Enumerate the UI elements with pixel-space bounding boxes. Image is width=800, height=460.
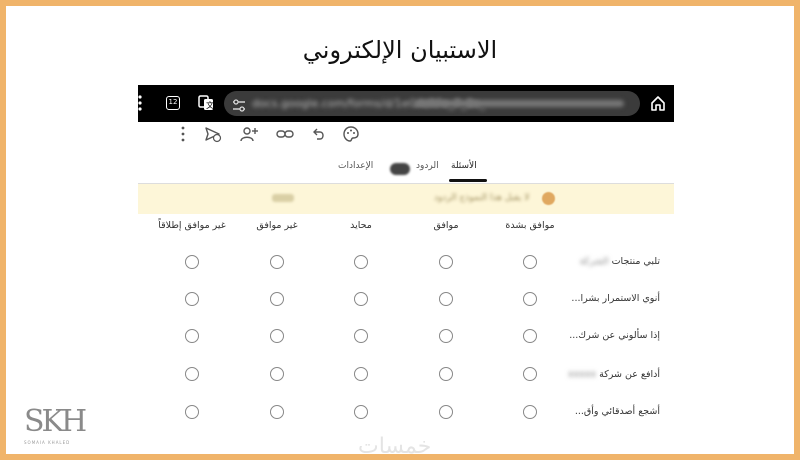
column-strongly-disagree: غير موافق إطلاقاً <box>158 220 226 231</box>
grid-row-label: إذا سألوني عن شرك... <box>569 330 660 341</box>
info-icon <box>542 192 555 205</box>
slide-frame: الاستبيان الإلكتروني 12 文 docs.google.co… <box>0 0 800 460</box>
column-strongly-agree: موافق بشدة <box>505 220 555 231</box>
response-count-badge <box>390 163 410 175</box>
palette-icon[interactable] <box>342 125 360 143</box>
radio-button[interactable] <box>185 367 199 381</box>
slide-title: الاستبيان الإلكتروني <box>302 36 498 64</box>
browser-bar: 12 文 docs.google.com/forms/d/1eGAtRFe_P_… <box>138 85 674 122</box>
grid-row-label: أدافع عن شركة xxxxx <box>567 369 660 380</box>
radio-button[interactable] <box>185 329 199 343</box>
grid-row-label: أنوي الاستمرار بشرا... <box>571 293 660 304</box>
vertical-dots-icon[interactable] <box>138 95 142 111</box>
column-neutral: محايد <box>350 220 372 231</box>
address-bar[interactable]: docs.google.com/forms/d/1eGAtRFe_P_Bs_ <box>224 91 640 116</box>
add-collaborator-icon[interactable] <box>240 125 258 143</box>
radio-button[interactable] <box>439 255 453 269</box>
form-toolbar <box>174 125 374 145</box>
radio-button[interactable] <box>270 405 284 419</box>
radio-button[interactable] <box>185 255 199 269</box>
watermark: خمسات <box>358 434 432 459</box>
column-agree: موافق <box>433 220 459 231</box>
radio-button[interactable] <box>354 367 368 381</box>
logo-letters: SKH <box>24 404 87 439</box>
radio-button[interactable] <box>523 292 537 306</box>
radio-button[interactable] <box>354 255 368 269</box>
logo-subtitle: SOMAIA KHALED <box>24 440 71 445</box>
home-icon[interactable] <box>650 95 666 111</box>
link-icon[interactable] <box>276 125 294 143</box>
radio-button[interactable] <box>439 367 453 381</box>
tune-icon[interactable] <box>232 97 246 112</box>
radio-button[interactable] <box>354 329 368 343</box>
grid-row-label: تلبي منتجات الشركة <box>579 256 660 267</box>
banner-text: لا يقبل هذا النموذج الردود <box>434 193 530 203</box>
send-icon[interactable] <box>204 125 222 143</box>
radio-button[interactable] <box>270 329 284 343</box>
radio-button[interactable] <box>270 292 284 306</box>
column-disagree: غير موافق <box>256 220 298 231</box>
radio-button[interactable] <box>523 255 537 269</box>
not-accepting-banner: لا يقبل هذا النموذج الردود <box>138 184 674 214</box>
radio-button[interactable] <box>185 292 199 306</box>
undo-icon[interactable] <box>310 125 328 143</box>
banner-action[interactable] <box>272 194 294 202</box>
tab-questions[interactable]: الأسئلة <box>451 161 477 171</box>
form-tabs: الأسئلة الردود الإعدادات <box>138 161 674 183</box>
radio-button[interactable] <box>185 405 199 419</box>
radio-button[interactable] <box>439 292 453 306</box>
translate-icon[interactable]: 文 <box>198 95 214 111</box>
radio-button[interactable] <box>523 405 537 419</box>
radio-button[interactable] <box>270 255 284 269</box>
radio-button[interactable] <box>523 367 537 381</box>
radio-button[interactable] <box>439 329 453 343</box>
brand-logo: SKH SOMAIA KHALED <box>24 404 87 448</box>
tab-responses[interactable]: الردود <box>416 161 439 171</box>
form-editor-screenshot: 12 文 docs.google.com/forms/d/1eGAtRFe_P_… <box>138 85 674 445</box>
radio-button[interactable] <box>439 405 453 419</box>
more-vert-icon[interactable] <box>174 125 192 143</box>
grid-row-label: أشجع أصدقائي وأق... <box>574 406 660 417</box>
radio-button[interactable] <box>523 329 537 343</box>
tab-switcher-icon[interactable]: 12 <box>166 96 180 110</box>
radio-button[interactable] <box>354 405 368 419</box>
radio-button[interactable] <box>354 292 368 306</box>
url-blur <box>414 100 624 107</box>
tab-settings[interactable]: الإعدادات <box>338 161 373 171</box>
active-tab-indicator <box>449 179 487 182</box>
radio-button[interactable] <box>270 367 284 381</box>
svg-text:文: 文 <box>206 100 214 110</box>
